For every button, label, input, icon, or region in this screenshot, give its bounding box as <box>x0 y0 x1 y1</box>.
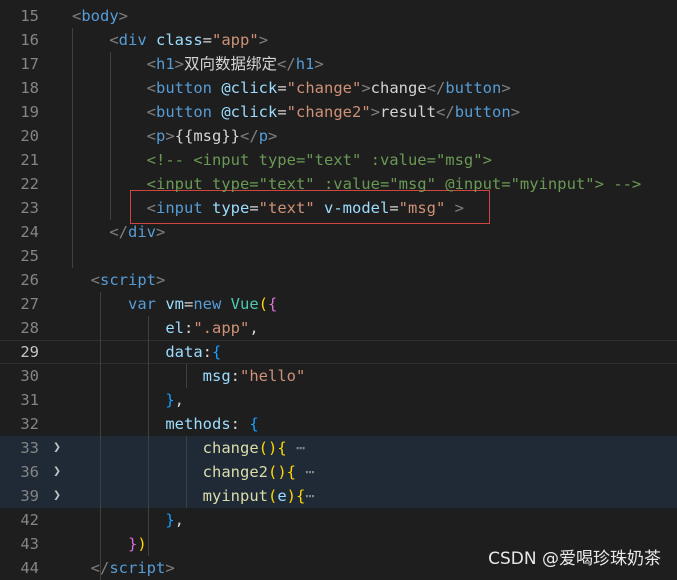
chevron-right-icon[interactable]: ❯ <box>50 484 64 508</box>
code-line[interactable]: 30 msg:"hello" <box>0 364 677 388</box>
code-text: <script> <box>90 271 166 289</box>
code-line[interactable]: 22 <input type="text" :value="msg" @inpu… <box>0 172 677 196</box>
line-number: 18 <box>20 79 39 97</box>
code-line[interactable]: 32 methods: { <box>0 412 677 436</box>
code-line[interactable]: 33 ❯ change(){ ⋯ <box>0 436 677 460</box>
line-number: 29 <box>20 343 39 361</box>
code-line[interactable]: 16 <div class="app"> <box>0 28 677 52</box>
code-line[interactable]: 27 var vm=new Vue({ <box>0 292 677 316</box>
code-line[interactable]: 18 <button @click="change">change</butto… <box>0 76 677 100</box>
code-line[interactable]: 20 <p>{{msg}}</p> <box>0 124 677 148</box>
line-number: 27 <box>20 295 39 313</box>
code-line[interactable]: 26 <script> <box>0 268 677 292</box>
code-text: msg:"hello" <box>202 367 306 385</box>
code-text: <input type="text" :value="msg" @input="… <box>146 175 642 193</box>
code-line[interactable]: 24 </div> <box>0 220 677 244</box>
line-number: 23 <box>20 199 39 217</box>
code-text: <button @click="change2">result</button> <box>146 103 521 121</box>
line-number: 28 <box>20 319 39 337</box>
indent-guide <box>72 28 73 268</box>
line-number: 39 <box>20 487 39 505</box>
indent-guide <box>100 292 101 580</box>
code-text: }, <box>165 511 185 529</box>
code-text: <input type="text" v-model="msg" > <box>146 199 465 217</box>
code-text: change(){ ⋯ <box>202 439 306 457</box>
code-text: <button @click="change">change</button> <box>146 79 511 97</box>
code-line[interactable]: 17 <h1>双向数据绑定</h1> <box>0 52 677 76</box>
code-line[interactable]: 31 }, <box>0 388 677 412</box>
indent-guide <box>186 364 187 388</box>
code-text: <div class="app"> <box>109 31 269 49</box>
code-text: </div> <box>109 223 166 241</box>
line-number: 19 <box>20 103 39 121</box>
code-line[interactable]: 21 <!-- <input type="text" :value="msg"> <box>0 148 677 172</box>
code-line[interactable]: 36 ❯ change2(){ ⋯ <box>0 460 677 484</box>
code-text: <p>{{msg}}</p> <box>146 127 278 145</box>
code-text: }) <box>128 535 147 553</box>
code-text: var vm=new Vue({ <box>128 295 278 313</box>
code-text: }, <box>165 391 185 409</box>
code-text: data:{ <box>165 343 222 361</box>
line-number: 16 <box>20 31 39 49</box>
line-number: 42 <box>20 511 39 529</box>
code-editor[interactable]: 15 <body> 16 <div class="app"> 17 <h1>双向数据绑… <box>0 0 677 580</box>
code-line[interactable]: 39 ❯ myinput(e){⋯ <box>0 484 677 508</box>
code-line[interactable]: 19 <button @click="change2">result</butt… <box>0 100 677 124</box>
code-line[interactable]: 28 el:".app", <box>0 316 677 340</box>
indent-guide <box>186 436 187 508</box>
line-number: 22 <box>20 175 39 193</box>
line-number: 24 <box>20 223 39 241</box>
code-text: <body> <box>72 7 129 25</box>
line-number: 33 <box>20 439 39 457</box>
line-number: 32 <box>20 415 39 433</box>
code-line[interactable]: 15 <body> <box>0 4 677 28</box>
line-number: 25 <box>20 247 39 265</box>
line-number: 36 <box>20 463 39 481</box>
code-line[interactable]: 25 <box>0 244 677 268</box>
code-line[interactable]: 29 data:{ <box>0 340 677 364</box>
line-number: 15 <box>20 7 39 25</box>
chevron-right-icon[interactable]: ❯ <box>50 436 64 460</box>
code-line[interactable]: 23 <input type="text" v-model="msg" > <box>0 196 677 220</box>
line-number: 17 <box>20 55 39 73</box>
code-text: change2(){ ⋯ <box>202 463 315 481</box>
code-text: myinput(e){⋯ <box>202 487 315 505</box>
chevron-right-icon[interactable]: ❯ <box>50 460 64 484</box>
watermark: CSDN @爱喝珍珠奶茶 <box>488 549 661 569</box>
code-text: </script> <box>90 559 175 577</box>
line-number: 43 <box>20 535 39 553</box>
indent-guide <box>110 52 111 220</box>
line-number: 20 <box>20 127 39 145</box>
code-line[interactable]: 42 }, <box>0 508 677 532</box>
line-number: 26 <box>20 271 39 289</box>
code-text: <!-- <input type="text" :value="msg"> <box>146 151 492 169</box>
line-number: 21 <box>20 151 39 169</box>
line-number: 30 <box>20 367 39 385</box>
line-number: 44 <box>20 559 39 577</box>
indent-guide <box>148 316 149 556</box>
line-number: 31 <box>20 391 39 409</box>
